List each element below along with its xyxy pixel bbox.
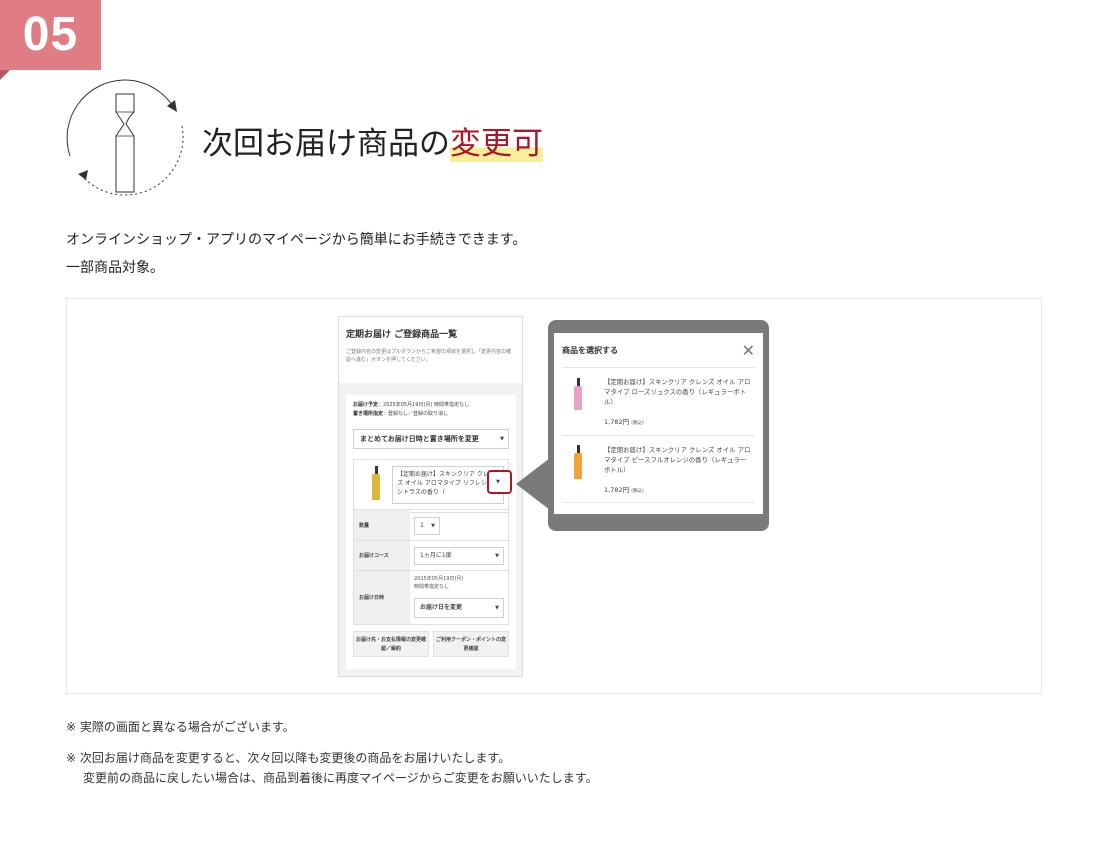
tax-label: (税込) [631,421,644,426]
note-1: ※ 実際の画面と異なる場合がございます。 [66,720,295,734]
price-value: 1,782円 [604,486,630,494]
phone-note: ご登録内容の変更はプルダウンからご希望の項目を選択し「変更内容の確認へ進む」ボタ… [346,349,512,363]
address-payment-button[interactable]: お届け先・お支払情報の変更確認／解約 [353,631,429,657]
quantity-row: 数量 1 ▼ [353,509,509,541]
desc-line-2: 一部商品対象。 [66,260,164,276]
popup-item-name: 【定期お届け】スキンクリア クレンズ オイル アロマタイプ ピースフルオレンジの… [604,446,751,474]
popup-title: 商品を選択する [562,346,618,355]
tax-label: (税込) [631,489,644,494]
title-prefix: 次回お届け商品の [202,126,450,162]
popup-pointer [516,458,550,510]
section-number: 05 [22,8,79,61]
phone-header: 定期お届け ご登録商品一覧 ご登録内容の変更はプルダウンからご希望の項目を選択し… [339,317,522,383]
course-select[interactable]: 1ヵ月に1度 ▼ [414,547,504,565]
note-2: ※ 次回お届け商品を変更すると、次々回以降も変更後の商品をお届けいたします。 変… [66,748,598,788]
close-icon[interactable]: ✕ [742,343,755,359]
bulk-change-label: まとめてお届け日時と置き場所を変更 [360,435,479,443]
popup-divider [562,367,755,368]
course-row: お届けコース 1ヵ月に1度 ▼ [353,541,509,571]
popup-divider [562,435,755,436]
popup-item-price: 1,782円 (税込) [604,416,644,426]
quantity-value: 1 [420,522,424,529]
date-value: ：2025年05月19日(月) 時間帯指定なし [378,402,469,408]
phone-title: 定期お届け ご登録商品一覧 [346,330,458,340]
settings-table: 数量 1 ▼ お届けコース 1ヵ月に1度 ▼ お届け日時 2025年05月19日… [353,509,509,625]
product-select-popup: 商品を選択する ✕ 【定期お届け】スキンクリア クレンズ オイル アロマタイプ … [554,333,763,514]
phone-screen: 定期お届け ご登録商品一覧 ご登録内容の変更はプルダウンからご希望の項目を選択し… [338,316,523,677]
popup-divider [562,502,755,503]
note-2-line-2: 変更前の商品に戻したい場合は、商品到着後に再度マイページからご変更をお願いいたし… [83,771,598,785]
product-bottle-icon [574,453,582,479]
bottle-cap [577,378,580,386]
place-label: 置き場所指定 [353,411,384,417]
caret-down-icon: ▼ [500,436,504,442]
delivery-time: 時間帯指定なし [414,584,450,590]
delivery-row: お届け日時 2025年05月19日(月) 時間帯指定なし お届け日を変更 ▼ [353,571,509,625]
delivery-label: お届け日時 [354,571,410,624]
delivery-date: 2025年05月19日(月) [414,576,464,582]
desc-line-1: オンラインショップ・アプリのマイページから簡単にお手続きできます。 [66,232,527,248]
badge-fold [0,70,10,80]
popup-item-name: 【定期お届け】スキンクリア クレンズ オイル アロマタイプ ローズリュクスの香り… [604,378,751,406]
popup-item-price: 1,782円 (税込) [604,484,644,494]
delivery-change-label: お届け日を変更 [420,604,463,611]
course-value: 1ヵ月に1度 [420,552,452,559]
product-row: 【定期お届け】スキンクリア クレンズ オイル アロマタイプ リフレシングシトラス… [353,459,509,513]
delivery-change-select[interactable]: お届け日を変更 ▼ [414,598,504,618]
product-dropdown-highlight[interactable]: ▼ [487,470,512,494]
delivery-info: お届け予定：2025年05月19日(月) 時間帯指定なし 置き場所指定：登録なし… [353,401,469,419]
quantity-select[interactable]: 1 ▼ [414,517,440,535]
course-label: お届けコース [354,541,410,570]
caret-down-icon: ▼ [495,553,499,559]
bottle-cap [577,445,580,453]
place-value: ：登録なし／登録の取り消し [383,411,449,417]
caret-down-icon: ▼ [495,605,499,611]
quantity-label: 数量 [354,510,410,540]
product-bottle-icon [372,474,380,500]
coupon-point-button[interactable]: ご利用クーポン・ポイントの変更確認 [433,631,509,657]
price-value: 1,782円 [604,418,630,426]
title-highlight: 変更可 [450,126,543,162]
bottle-cycle-icon [66,79,184,196]
caret-down-icon: ▼ [431,523,435,529]
caret-down-icon: ▼ [496,479,500,485]
note-2-line-1: ※ 次回お届け商品を変更すると、次々回以降も変更後の商品をお届けいたします。 [66,751,511,765]
date-label: お届け予定 [353,402,379,408]
subscription-card: お届け予定：2025年05月19日(月) 時間帯指定なし 置き場所指定：登録なし… [346,395,516,669]
section-description: オンラインショップ・アプリのマイページから簡単にお手続きできます。 一部商品対象… [66,226,526,282]
section-title: 次回お届け商品の変更可 [202,118,543,163]
product-bottle-icon [574,386,582,410]
bulk-change-select[interactable]: まとめてお届け日時と置き場所を変更 ▼ [353,429,509,449]
